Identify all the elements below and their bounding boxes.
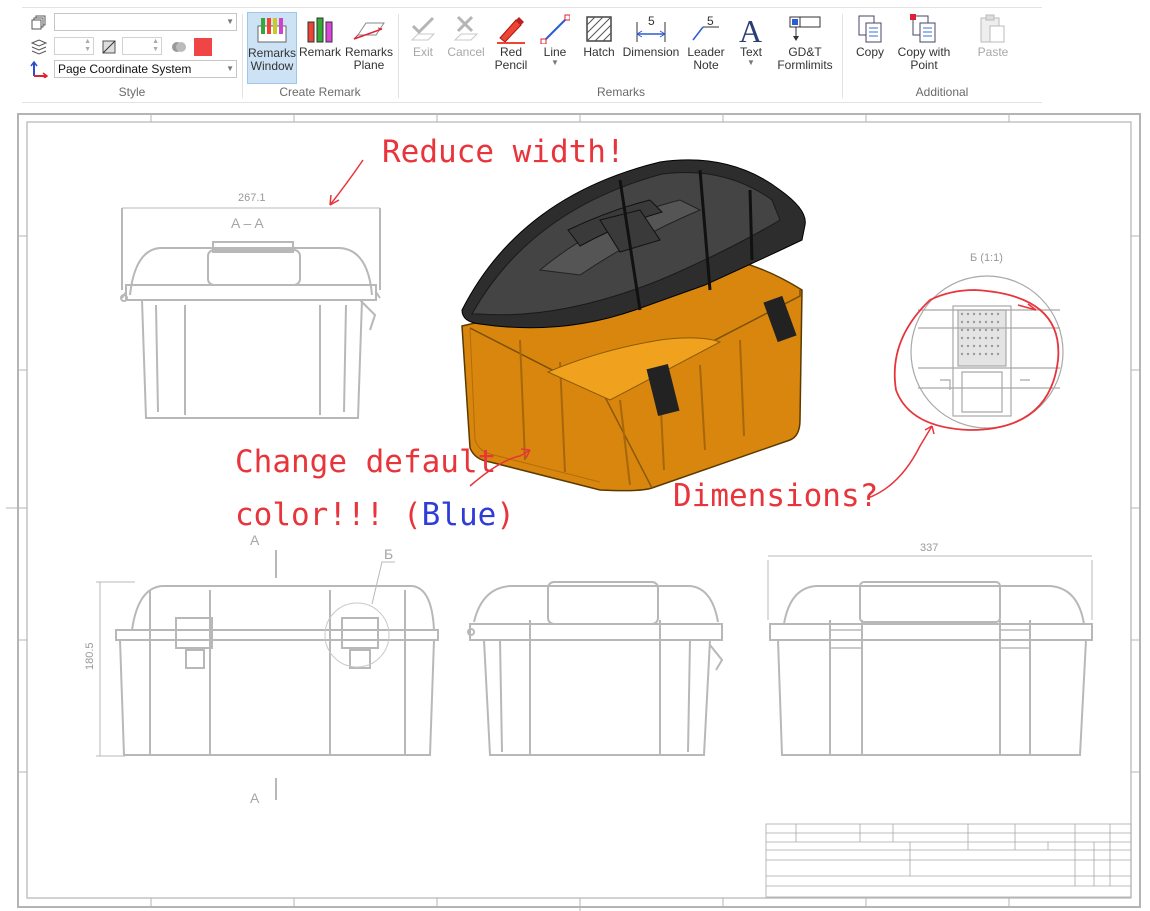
- paste-button[interactable]: Paste: [960, 12, 1026, 82]
- drawing-sheet[interactable]: 267.1 337 180.5 A – A A A Б Б (1:1) Redu…: [0, 100, 1150, 911]
- cross-icon: [444, 12, 488, 46]
- dimension-icon: 5: [622, 12, 680, 46]
- hatch-button[interactable]: Hatch: [578, 12, 620, 82]
- red-pencil-button[interactable]: Red Pencil: [490, 12, 532, 82]
- create-remark-group: Remarks Window Remark Remarks Plane Crea…: [244, 8, 396, 102]
- front-view: [96, 550, 439, 800]
- remarks-window-icon: [248, 13, 296, 47]
- checkmark-icon: [402, 12, 444, 46]
- layers-icon: [30, 14, 48, 32]
- remark-button[interactable]: Remark: [298, 12, 342, 82]
- line-icon: [534, 12, 576, 46]
- style-group-label: Style: [118, 85, 146, 99]
- style-group: ▼ ▲ ▼ ▲ ▼ Page Coordinate System ▼ Style: [22, 8, 242, 102]
- copy-button[interactable]: Copy: [850, 12, 890, 82]
- remark-change-color-line2[interactable]: color!!! (Blue): [235, 497, 515, 533]
- exit-button[interactable]: Exit: [402, 12, 444, 82]
- svg-text:5: 5: [648, 14, 655, 28]
- leader-note-button[interactable]: 5 Leader Note: [682, 12, 730, 82]
- pencil-icon: [490, 12, 532, 46]
- svg-text:5: 5: [707, 14, 714, 28]
- copy-icon: [850, 12, 890, 46]
- line-width-spinner[interactable]: ▲ ▼: [54, 37, 94, 55]
- clipboard-icon: [960, 12, 1026, 46]
- dimension-button[interactable]: 5 Dimension: [622, 12, 680, 82]
- section-view-a-a: [120, 207, 381, 419]
- remarks-group: Exit Cancel Red Pencil Line ▼ Hatch 5 Di…: [400, 8, 842, 102]
- scale-spinner[interactable]: ▲ ▼: [122, 37, 162, 55]
- copy-point-icon: [892, 12, 956, 46]
- leader-note-icon: 5: [682, 12, 730, 46]
- gdt-formlimits-button[interactable]: GD&T Formlimits: [772, 12, 838, 82]
- detail-title: Б (1:1): [970, 252, 1003, 264]
- copy-with-point-button[interactable]: Copy with Point: [892, 12, 956, 82]
- side-view: [467, 581, 724, 756]
- dimension-height-left: 180.5: [84, 642, 96, 670]
- plane-icon: [344, 12, 394, 46]
- top-view: [767, 555, 1093, 756]
- coordinate-axes-icon: [30, 60, 48, 78]
- remarks-group-label: Remarks: [596, 85, 645, 99]
- section-mark-top: A: [250, 532, 260, 548]
- detail-mark: Б: [384, 546, 394, 562]
- case-3d-render: [461, 159, 806, 492]
- section-title: A – A: [231, 215, 264, 231]
- hatch-icon: [578, 12, 620, 46]
- remark-dimensions[interactable]: Dimensions?: [673, 478, 878, 514]
- text-letter-icon: A: [732, 12, 770, 46]
- remark-change-color-line1[interactable]: Change default: [235, 444, 496, 480]
- text-dropdown-caret[interactable]: ▼: [732, 59, 770, 67]
- stack-icon: [30, 38, 48, 56]
- svg-text:A: A: [739, 14, 762, 44]
- ribbon-toolbar: ▼ ▲ ▼ ▲ ▼ Page Coordinate System ▼ Style Re…: [22, 7, 1042, 103]
- remark-blue-word: Blue: [421, 497, 497, 533]
- gdt-frame-icon: [772, 12, 838, 46]
- title-block: [765, 823, 1132, 898]
- dimension-width-right: 337: [920, 542, 939, 554]
- remarks-window-button[interactable]: Remarks Window: [247, 12, 297, 84]
- additional-group-label: Additional: [915, 85, 969, 99]
- color-swatch[interactable]: [194, 38, 212, 56]
- reduce-width-arrow: [329, 159, 364, 206]
- line-dropdown-caret[interactable]: ▼: [534, 59, 576, 67]
- markers-icon: [298, 12, 342, 46]
- remark-reduce-width[interactable]: Reduce width!: [382, 134, 625, 170]
- coordinate-system-select[interactable]: Page Coordinate System ▼: [54, 60, 237, 78]
- layer-combo[interactable]: ▼: [54, 13, 237, 31]
- remarks-plane-button[interactable]: Remarks Plane: [344, 12, 394, 82]
- line-button[interactable]: Line ▼: [534, 12, 576, 82]
- drawing-canvas: [6, 113, 1141, 911]
- additional-group: Copy Copy with Point Paste Additional: [844, 8, 1040, 102]
- color-picker-icon[interactable]: [170, 38, 188, 56]
- dimension-width-top: 267.1: [238, 192, 266, 204]
- linetype-icon[interactable]: [100, 38, 118, 56]
- text-button[interactable]: A Text ▼: [732, 12, 770, 82]
- cancel-button[interactable]: Cancel: [444, 12, 488, 82]
- section-mark-bottom: A: [250, 790, 260, 806]
- create-remark-group-label: Create Remark: [279, 85, 361, 99]
